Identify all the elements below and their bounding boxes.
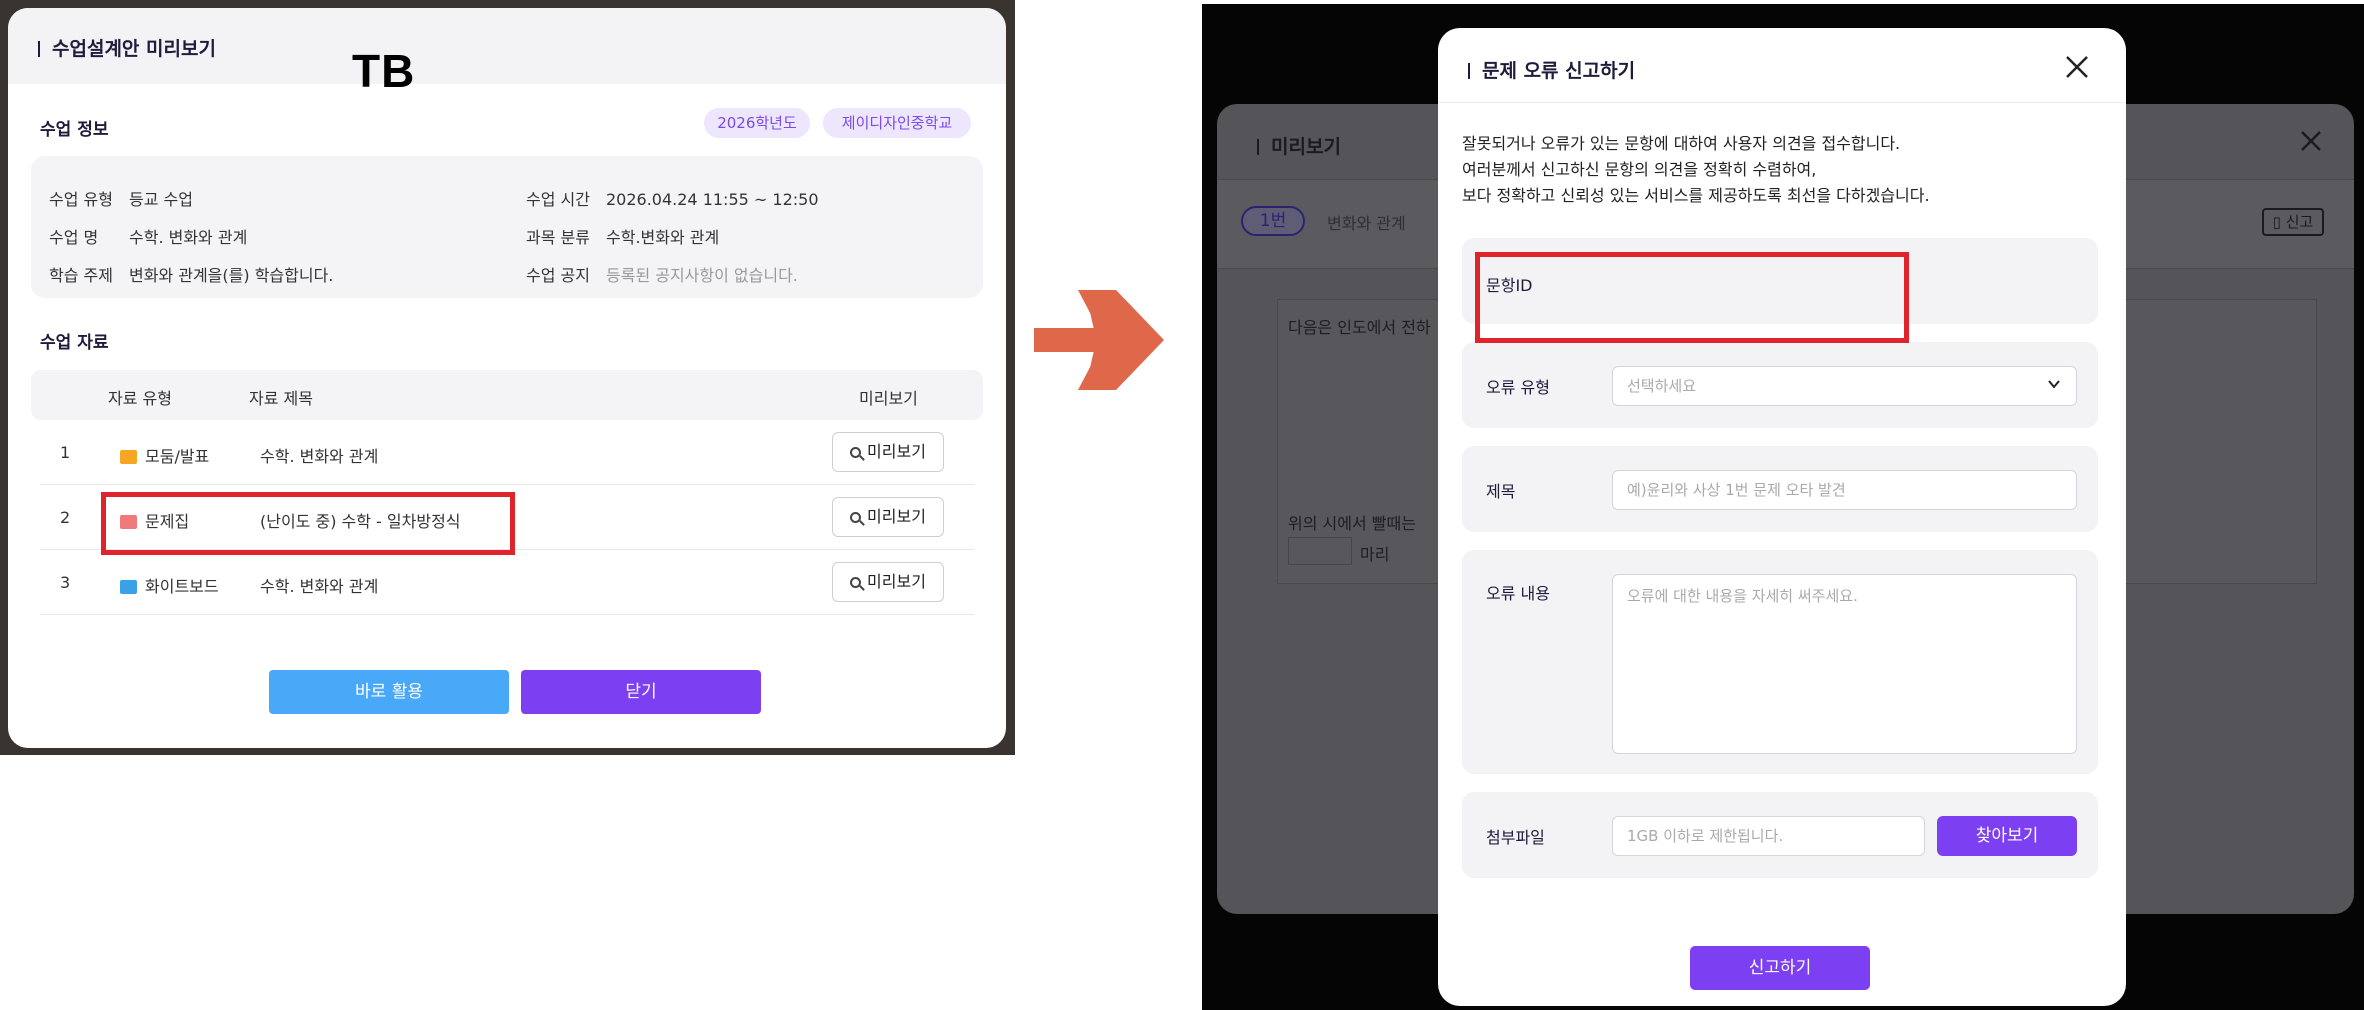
table-row: 3 화이트보드 수학. 변화와 관계 미리보기 xyxy=(40,550,974,615)
header-divider xyxy=(1438,102,2126,103)
search-icon xyxy=(850,447,862,458)
modal-title: 수업설계안 미리보기 xyxy=(38,34,216,61)
submit-report-button[interactable]: 신고하기 xyxy=(1690,946,1870,990)
subject-field: 제목 예)윤리와 사상 1번 문제 오타 발견 xyxy=(1462,446,2098,532)
report-description-line: 보다 정확하고 신뢰성 있는 서비스를 제공하도록 최선을 다하겠습니다. xyxy=(1462,186,1930,205)
col-title: 자료 제목 xyxy=(249,389,313,408)
col-type: 자료 유형 xyxy=(108,389,172,408)
answer-blank xyxy=(1288,537,1352,565)
report-description-line: 여러분께서 신고하신 문항의 의견을 정확히 수렴하여, xyxy=(1462,160,1817,179)
section-title-materials: 수업 자료 xyxy=(40,333,109,353)
bg-tab-text: 변화와 관계 xyxy=(1327,214,1406,233)
materials-table-header: 자료 유형 자료 제목 미리보기 xyxy=(31,370,983,420)
bg-modal-title: 미리보기 xyxy=(1257,132,1341,159)
chevron-down-icon xyxy=(2048,380,2060,389)
highlight-box xyxy=(101,492,515,555)
year-tag: 2026학년도 xyxy=(704,108,810,138)
attachment-field: 첨부파일 1GB 이하로 제한됩니다. 찾아보기 xyxy=(1462,792,2098,878)
right-arrow-icon xyxy=(1034,290,1164,390)
left-screenshot: 수업설계안 미리보기 TB 수업 정보 2026학년도 제이디자인중학교 수업 … xyxy=(0,0,1015,755)
error-type-label: 오류 유형 xyxy=(1486,378,1550,397)
error-type-field: 오류 유형 선택하세요 xyxy=(1462,342,2098,428)
error-content-label: 오류 내용 xyxy=(1486,584,1550,603)
close-button[interactable]: 닫기 xyxy=(521,670,761,714)
highlight-box xyxy=(1475,252,1909,343)
error-content-field: 오류 내용 오류에 대한 내용을 자세히 써주세요. xyxy=(1462,550,2098,774)
close-icon[interactable] xyxy=(2064,54,2090,80)
whiteboard-icon xyxy=(120,580,137,594)
info-row-time: 수업 시간 2026.04.24 11:55 ~ 12:50 xyxy=(526,190,819,209)
preview-button[interactable]: 미리보기 xyxy=(832,432,944,472)
attachment-input[interactable]: 1GB 이하로 제한됩니다. xyxy=(1612,816,1925,856)
section-title-info: 수업 정보 xyxy=(40,120,109,140)
lesson-info-box: 수업 유형 등교 수업 수업 시간 2026.04.24 11:55 ~ 12:50… xyxy=(31,156,983,298)
attachment-label: 첨부파일 xyxy=(1486,828,1545,847)
lesson-plan-preview-modal: 수업설계안 미리보기 TB 수업 정보 2026학년도 제이디자인중학교 수업 … xyxy=(8,8,1006,748)
subject-input[interactable]: 예)윤리와 사상 1번 문제 오타 발견 xyxy=(1612,470,2077,510)
info-row-name: 수업 명 수학. 변화와 관계 xyxy=(49,228,248,247)
close-icon xyxy=(2301,131,2321,151)
bg-report-button: ▯ 신고 xyxy=(2262,208,2324,236)
report-modal-title: 문제 오류 신고하기 xyxy=(1468,56,1635,83)
right-screenshot: 미리보기 1번 변화와 관계 ▯ 신고 다음은 인도에서 전하 위의 시에서 빨… xyxy=(1202,4,2364,1010)
info-row-notice: 수업 공지 등록된 공지사항이 없습니다. xyxy=(526,266,798,285)
table-row: 1 모둠/발표 수학. 변화와 관계 미리보기 xyxy=(40,420,974,485)
col-preview: 미리보기 xyxy=(859,389,918,408)
error-type-select[interactable]: 선택하세요 xyxy=(1612,366,2077,406)
search-icon xyxy=(850,512,862,523)
subject-label: 제목 xyxy=(1486,482,1516,501)
use-now-button[interactable]: 바로 활용 xyxy=(269,670,509,714)
info-row-subject: 과목 분류 수학.변화와 관계 xyxy=(526,228,720,247)
school-tag: 제이디자인중학교 xyxy=(823,108,971,138)
report-error-modal: 문제 오류 신고하기 잘못되거나 오류가 있는 문항에 대하여 사용자 의견을 … xyxy=(1438,28,2126,1006)
report-description-line: 잘못되거나 오류가 있는 문항에 대하여 사용자 의견을 접수합니다. xyxy=(1462,134,1901,153)
preview-button[interactable]: 미리보기 xyxy=(832,497,944,537)
question-number-pill: 1번 xyxy=(1241,206,1305,236)
search-icon xyxy=(850,577,862,588)
browse-button[interactable]: 찾아보기 xyxy=(1937,816,2077,856)
info-row-type: 수업 유형 등교 수업 xyxy=(49,190,193,209)
modal-header: 수업설계안 미리보기 xyxy=(8,8,1006,84)
group-icon xyxy=(120,450,137,464)
tb-overlay-label: TB xyxy=(352,45,416,97)
info-row-topic: 학습 주제 변화와 관계을(를) 학습합니다. xyxy=(49,266,334,285)
error-content-textarea[interactable]: 오류에 대한 내용을 자세히 써주세요. xyxy=(1612,574,2077,754)
preview-button[interactable]: 미리보기 xyxy=(832,562,944,602)
